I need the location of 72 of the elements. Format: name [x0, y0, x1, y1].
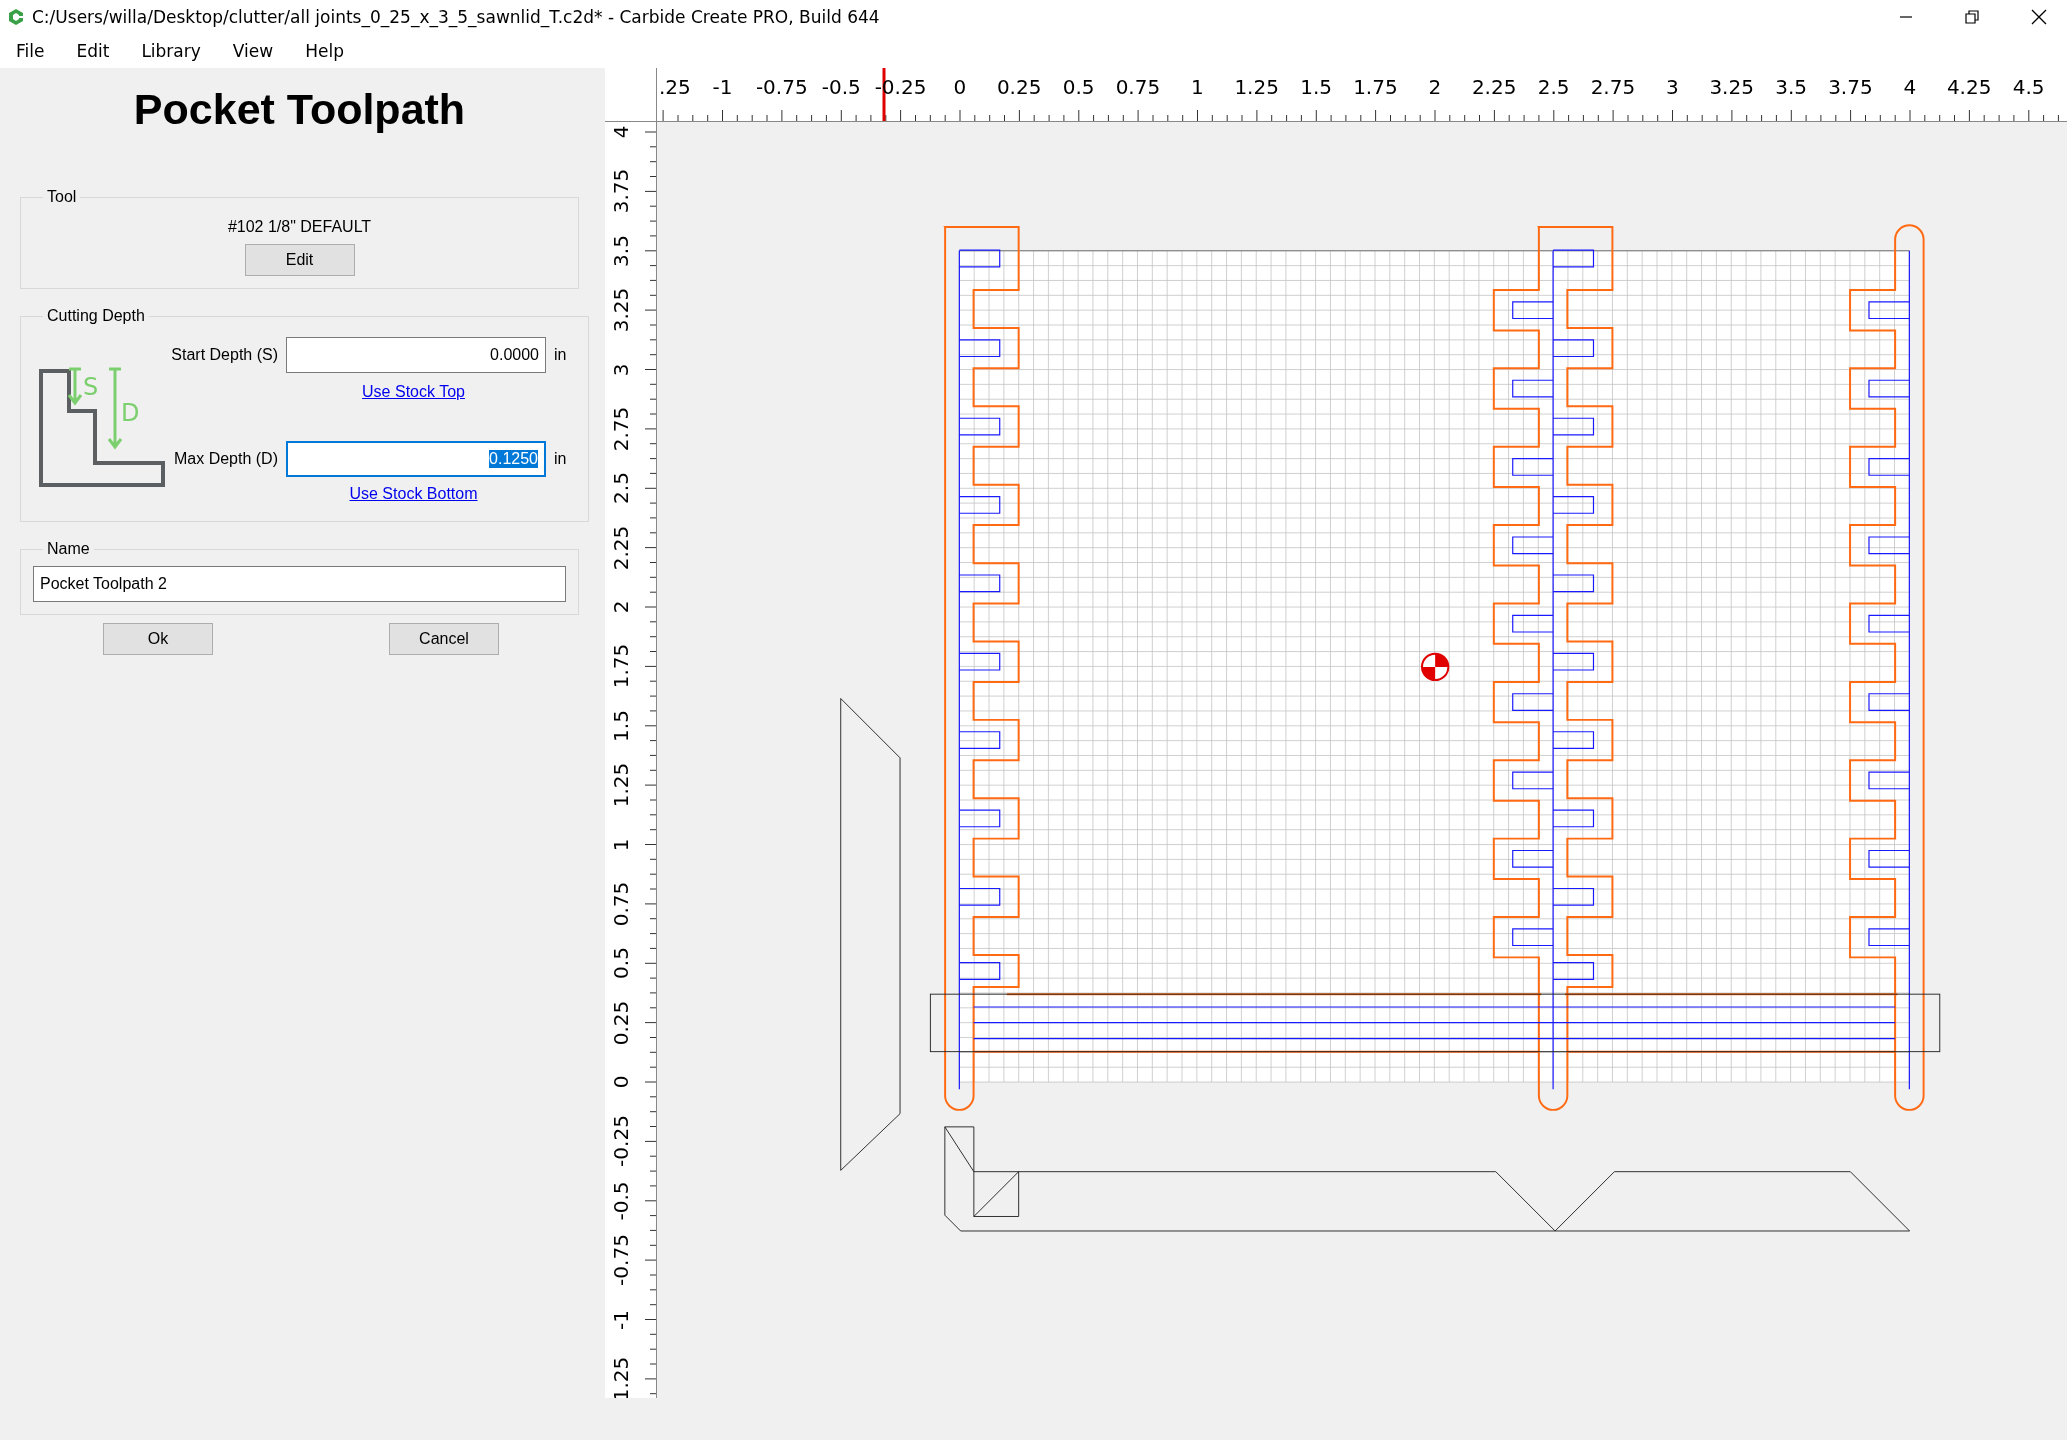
panel-title: Pocket Toolpath — [132, 84, 467, 135]
depth-input-field[interactable]: 0.1250 — [286, 441, 546, 477]
ruler-label: 0.25 — [610, 1000, 632, 1045]
ruler-label: 1.25 — [1234, 76, 1279, 98]
ruler-label: -0.25 — [610, 1115, 632, 1168]
ruler-label: 3.5 — [610, 234, 632, 267]
ruler-label: 2.75 — [610, 406, 632, 452]
ruler-label: 0.75 — [1115, 76, 1161, 98]
close-icon[interactable] — [2031, 9, 2047, 25]
name-input-field[interactable]: Pocket Toolpath 2 — [33, 566, 566, 602]
menu-item[interactable]: Edit — [68, 39, 124, 63]
ruler-label: 3.25 — [1709, 76, 1754, 98]
ruler-label: 3.25 — [610, 287, 632, 333]
ruler-label: 4 — [1903, 76, 1917, 98]
ruler-label: 3.75 — [1828, 76, 1873, 98]
ruler-label: 3.75 — [610, 169, 632, 214]
ruler-label: 0 — [610, 1075, 632, 1089]
ruler-label: -0.5 — [821, 76, 861, 98]
menu-item[interactable]: View — [224, 39, 288, 63]
app-logo-icon — [8, 8, 24, 26]
group-label: Name — [46, 540, 91, 558]
ruler-label: 0.25 — [996, 76, 1042, 98]
ruler-label: 2 — [610, 600, 632, 614]
ruler-label: -0.75 — [755, 76, 808, 98]
ruler-label: 2 — [1428, 76, 1442, 98]
unit-label: in — [553, 346, 568, 364]
ruler-label: 2.5 — [610, 472, 632, 505]
field-label: Start Depth (S) — [171, 346, 279, 364]
ruler-label: 0.5 — [610, 947, 632, 980]
dialog-button[interactable]: Cancel — [389, 623, 499, 655]
ruler-label: 0.75 — [610, 881, 632, 927]
ruler-label: 4 — [610, 125, 632, 139]
stock-link[interactable]: Use Stock Top — [362, 383, 465, 401]
field-label: Max Depth (D) — [173, 450, 279, 468]
ruler-label: -0.5 — [610, 1181, 632, 1221]
dialog-button[interactable]: Ok — [103, 623, 213, 655]
ruler-label: 1.25 — [610, 762, 632, 808]
ruler-label: 4.25 — [1946, 76, 1992, 98]
ruler-label: -0.75 — [610, 1234, 632, 1286]
restore-icon[interactable] — [1965, 10, 1979, 24]
ruler-label: 2.25 — [1471, 76, 1517, 98]
ruler-label: 1.5 — [1300, 76, 1333, 98]
ruler-label: 0.5 — [1062, 76, 1095, 98]
ruler-label: 1.75 — [610, 644, 632, 689]
ruler-label: 4.5 — [2012, 76, 2045, 98]
unit-label: in — [553, 450, 568, 468]
window-title: C:/Users/willa/Desktop/clutter/all joints_0_25_x_3_5_sawnlid_T.c2d* - Carbide Create PRO, Build 644 — [32, 7, 880, 27]
ruler-label: 0 — [953, 76, 967, 98]
edit-button[interactable]: Edit — [244, 244, 355, 276]
menu-item[interactable]: Library — [133, 39, 215, 63]
group-label: Tool — [46, 188, 78, 206]
tool-name: #102 1/8" DEFAULT — [227, 217, 372, 237]
ruler-label: 1 — [1191, 76, 1204, 98]
ruler-label: 2.25 — [610, 525, 632, 570]
stock-link[interactable]: Use Stock Bottom — [349, 485, 478, 503]
ruler-label: 2.75 — [1590, 76, 1636, 98]
menu-item[interactable]: File — [8, 39, 59, 63]
ruler-label: -1 — [610, 1309, 632, 1330]
ruler-label: 1.5 — [610, 709, 632, 742]
depth-input-field[interactable]: 0.0000 — [286, 337, 546, 373]
ruler-label: 3 — [1666, 76, 1679, 98]
ruler-label: 1.75 — [1353, 76, 1398, 98]
menu-item[interactable]: Help — [297, 39, 358, 63]
ruler-label: 2.5 — [1537, 76, 1570, 98]
ruler-label: .25 — [659, 76, 691, 98]
group-label: Cutting Depth — [46, 307, 146, 325]
ruler-label: 1 — [610, 838, 632, 851]
ruler-label: 3.5 — [1775, 76, 1808, 98]
depth-diagram: S D — [39, 365, 167, 489]
ruler-label: 3 — [610, 363, 632, 376]
ruler-label: -1 — [712, 76, 733, 98]
origin-marker-icon — [1421, 652, 1450, 682]
